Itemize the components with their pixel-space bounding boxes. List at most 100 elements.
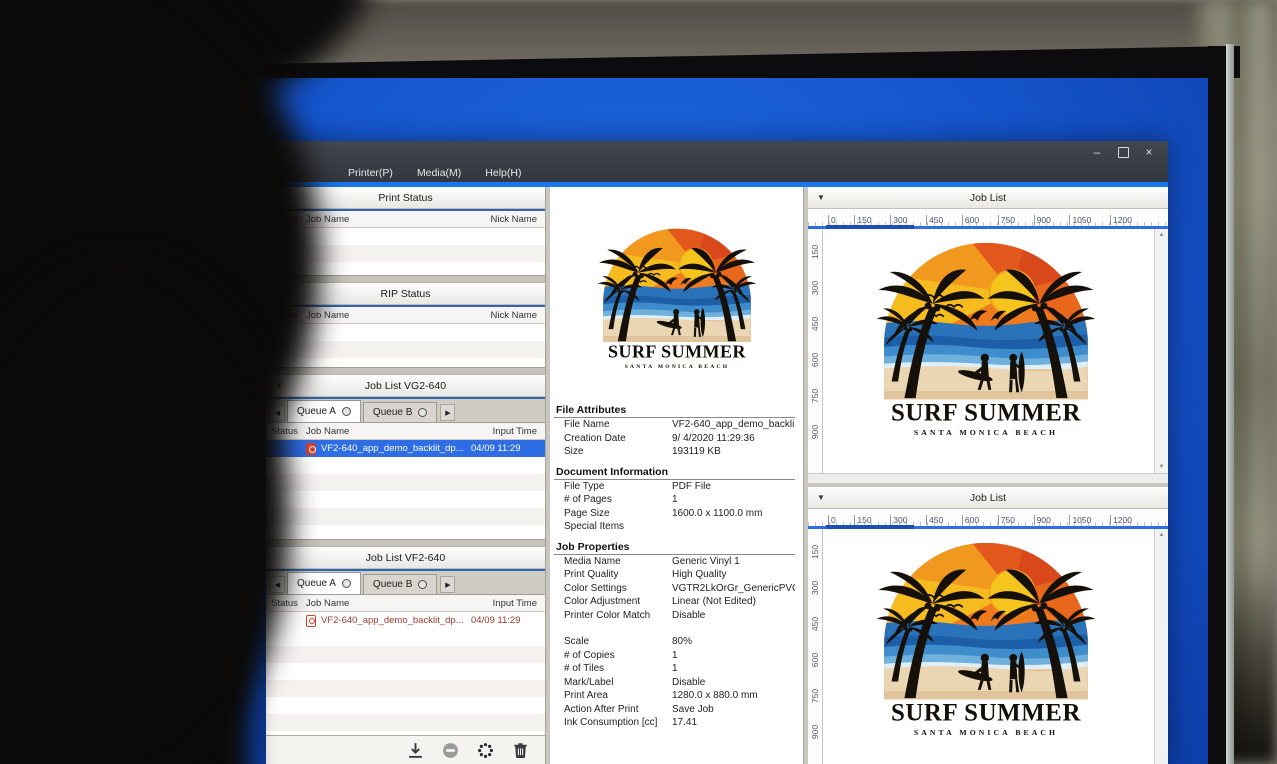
property-value: 1	[672, 494, 795, 505]
ruler-tick: 600	[808, 353, 822, 367]
menu-item[interactable]: Printer(P)	[348, 167, 393, 179]
pause-icon[interactable]	[442, 742, 459, 759]
ruler-tick: 900	[1034, 215, 1051, 225]
menu-item[interactable]: Help(H)	[485, 167, 521, 179]
menu-item[interactable]: Media(M)	[417, 167, 461, 179]
tab-queue-b[interactable]: Queue B	[363, 402, 437, 422]
job-list-panel-title: Job List	[970, 192, 1006, 204]
property-row: Media Name Generic Vinyl 1	[554, 555, 795, 569]
vg2-columns: Status Job Name Input Time	[266, 423, 545, 440]
column-input-time[interactable]: Input Time	[465, 598, 545, 609]
ruler-tick: 750	[808, 389, 822, 403]
job-list-panel-header[interactable]: ▼ Job List	[808, 187, 1168, 209]
ruler-tick: 900	[808, 725, 822, 739]
vf2-job-list[interactable]	[266, 629, 545, 735]
property-row: Action After Print Save Job	[554, 703, 795, 717]
ruler-tick: 600	[962, 215, 979, 225]
titlebar: Printer(P) Media(M) Help(H) – ×	[266, 141, 1168, 182]
ruler-tick: 150	[854, 215, 871, 225]
print-status-title: Print Status	[378, 192, 432, 204]
layout-canvas[interactable]	[823, 229, 1154, 473]
ruler-tick: 300	[808, 281, 822, 295]
window-content: Print Status Status Job Name Nick Name R…	[266, 187, 1168, 764]
job-list-vg2-title: Job List VG2-640	[365, 380, 446, 392]
file-attributes-rows: File Name VF2-640_app_demo_backli... Cre…	[554, 418, 795, 459]
job-properties-rows: Media Name Generic Vinyl 1 Print Quality…	[554, 555, 795, 623]
horizontal-ruler: 015030045060075090010501200	[808, 209, 1168, 226]
job-name: VF2-640_app_demo_backlit_dp...	[321, 615, 471, 626]
tab-queue-a[interactable]: Queue A	[287, 400, 361, 422]
property-row: Color Adjustment Linear (Not Edited)	[554, 595, 795, 609]
column-job-name[interactable]: Job Name	[306, 214, 465, 225]
ruler-tick: 1200	[1110, 515, 1132, 525]
surf-summer-artwork	[591, 220, 763, 373]
maximize-button[interactable]	[1110, 143, 1136, 161]
scroll-up-icon[interactable]: ▲	[1155, 232, 1168, 238]
document-information-heading: Document Information	[554, 464, 795, 480]
property-label: Page Size	[554, 508, 672, 519]
vertical-scrollbar[interactable]: ▲ ▼	[1154, 229, 1168, 473]
job-row-selected[interactable]: VF2-640_app_demo_backlit_dp... 04/09 11:…	[266, 440, 545, 457]
pdf-file-icon	[306, 615, 316, 627]
document-information-rows: File Type PDF File # of Pages 1 Page Siz…	[554, 480, 795, 534]
vg2-queue-tabs: ◀ Queue A Queue B ▶	[266, 399, 545, 423]
ruler-tick: 1050	[1069, 515, 1091, 525]
ruler-tick: 150	[808, 245, 822, 259]
vg2-job-list[interactable]	[266, 457, 545, 539]
horizontal-ruler: 015030045060075090010501200	[808, 509, 1168, 526]
collapse-icon[interactable]: ▼	[817, 193, 825, 202]
delete-trash-icon[interactable]	[512, 742, 529, 759]
ruler-tick: 300	[890, 515, 907, 525]
vertical-scrollbar[interactable]: ▲	[1154, 529, 1168, 764]
minimize-button[interactable]: –	[1084, 143, 1110, 161]
job-toolbar	[266, 735, 545, 764]
column-job-name[interactable]: Job Name	[306, 598, 465, 609]
property-value: 1	[672, 663, 795, 674]
column-nick-name[interactable]: Nick Name	[465, 214, 545, 225]
queue-status-icon	[418, 580, 427, 589]
scroll-up-icon[interactable]: ▲	[1155, 532, 1168, 538]
job-list-vf2-header[interactable]: Job List VF2-640	[266, 547, 545, 569]
property-label: Color Adjustment	[554, 596, 672, 607]
job-list-vg2-header[interactable]: ▼ Job List VG2-640	[266, 375, 545, 397]
tab-queue-a[interactable]: Queue A	[287, 572, 361, 594]
surf-summer-artwork	[867, 231, 1105, 442]
column-nick-name[interactable]: Nick Name	[465, 310, 545, 321]
property-row: Scale 80%	[554, 635, 795, 649]
property-row: Page Size 1600.0 x 1100.0 mm	[554, 507, 795, 521]
scroll-down-icon[interactable]: ▼	[1155, 464, 1168, 470]
layout-canvas[interactable]	[823, 529, 1154, 764]
property-label: Special Items	[554, 521, 672, 532]
panel-body: 150300450600750900 ▲ ▼	[808, 229, 1168, 473]
column-input-time[interactable]: Input Time	[465, 426, 545, 437]
close-button[interactable]: ×	[1136, 143, 1162, 161]
job-list-panel-header[interactable]: ▼ Job List	[808, 487, 1168, 509]
column-job-name[interactable]: Job Name	[306, 426, 465, 437]
job-preview[interactable]	[550, 187, 803, 397]
property-row: Color Settings VGTR2LkOrGr_GenericPVC...	[554, 582, 795, 596]
vf2-queue-tabs: ◀ Queue A Queue B ▶	[266, 571, 545, 595]
property-value: VF2-640_app_demo_backli...	[672, 419, 795, 430]
monitor-bezel-right	[1208, 46, 1226, 764]
property-label: Size	[554, 446, 672, 457]
ruler-tick: 600	[962, 515, 979, 525]
section-divider	[266, 539, 545, 547]
horizontal-scrollbar[interactable]	[808, 473, 1168, 483]
rip-software-window: Printer(P) Media(M) Help(H) – × Print Stat…	[266, 141, 1168, 764]
property-row: File Name VF2-640_app_demo_backli...	[554, 418, 795, 432]
job-row[interactable]: VF2-640_app_demo_backlit_dp... 04/09 11:…	[266, 612, 545, 629]
processing-spinner-icon[interactable]	[477, 742, 494, 759]
monitor-bezel-edge	[1226, 44, 1234, 764]
collapse-icon[interactable]: ▼	[817, 493, 825, 502]
column-job-name[interactable]: Job Name	[306, 310, 465, 321]
tab-queue-b[interactable]: Queue B	[363, 574, 437, 594]
job-properties-panel: File Attributes File Name VF2-640_app_de…	[550, 402, 803, 730]
tab-next-icon[interactable]: ▶	[440, 404, 455, 421]
property-value: VGTR2LkOrGr_GenericPVC...	[672, 583, 795, 594]
tab-next-icon[interactable]: ▶	[440, 576, 455, 593]
print-download-icon[interactable]	[407, 742, 424, 759]
section-divider	[266, 367, 545, 375]
property-label: Creation Date	[554, 433, 672, 444]
tab-label: Queue A	[297, 578, 336, 589]
screenshot-stage: Printer(P) Media(M) Help(H) – × Print Stat…	[0, 0, 1277, 764]
